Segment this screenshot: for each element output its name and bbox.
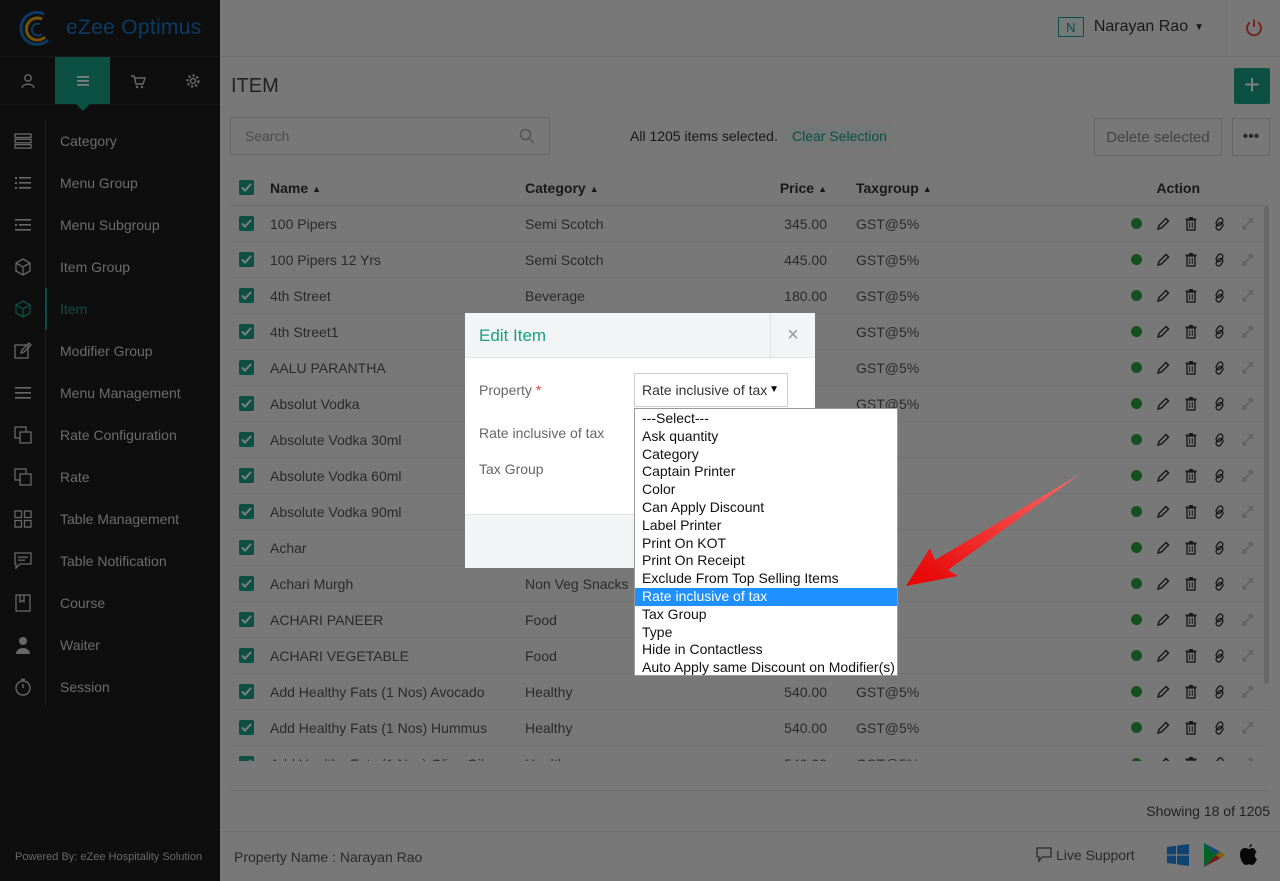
dropdown-option[interactable]: Print On Receipt [635,552,897,570]
dropdown-option[interactable]: Hide in Contactless [635,641,897,659]
dropdown-option[interactable]: Print On KOT [635,535,897,553]
property-select-value: Rate inclusive of tax [642,382,768,398]
rate-inclusive-label: Rate inclusive of tax [479,425,605,441]
required-mark: * [535,382,542,398]
annotation-arrow [906,474,1080,586]
dropdown-option[interactable]: Type [635,624,897,642]
dropdown-option[interactable]: Auto Apply same Discount on Modifier(s) [635,659,897,677]
dropdown-option[interactable]: Ask quantity [635,428,897,446]
dropdown-option[interactable]: Captain Printer [635,463,897,481]
dropdown-option[interactable]: Label Printer [635,517,897,535]
dropdown-option[interactable]: Category [635,446,897,464]
dropdown-option[interactable]: Color [635,481,897,499]
caret-down-icon: ▼ [767,384,779,395]
dropdown-option[interactable]: Exclude From Top Selling Items [635,570,897,588]
dropdown-option[interactable]: ---Select--- [635,410,897,428]
dropdown-option[interactable]: Can Apply Discount [635,499,897,517]
close-button[interactable]: × [770,313,815,357]
tax-group-label: Tax Group [479,461,544,477]
dropdown-option[interactable]: Rate inclusive of tax [635,587,897,606]
property-dropdown-list: ---Select--- Ask quantity Category Captain … [634,408,898,676]
modal-title: Edit Item [479,326,547,345]
dropdown-option[interactable]: Tax Group [635,606,897,624]
property-label: Property * [479,382,542,398]
property-select[interactable]: Rate inclusive of tax ▼ [634,373,788,407]
modal-header: Edit Item × [465,313,815,358]
